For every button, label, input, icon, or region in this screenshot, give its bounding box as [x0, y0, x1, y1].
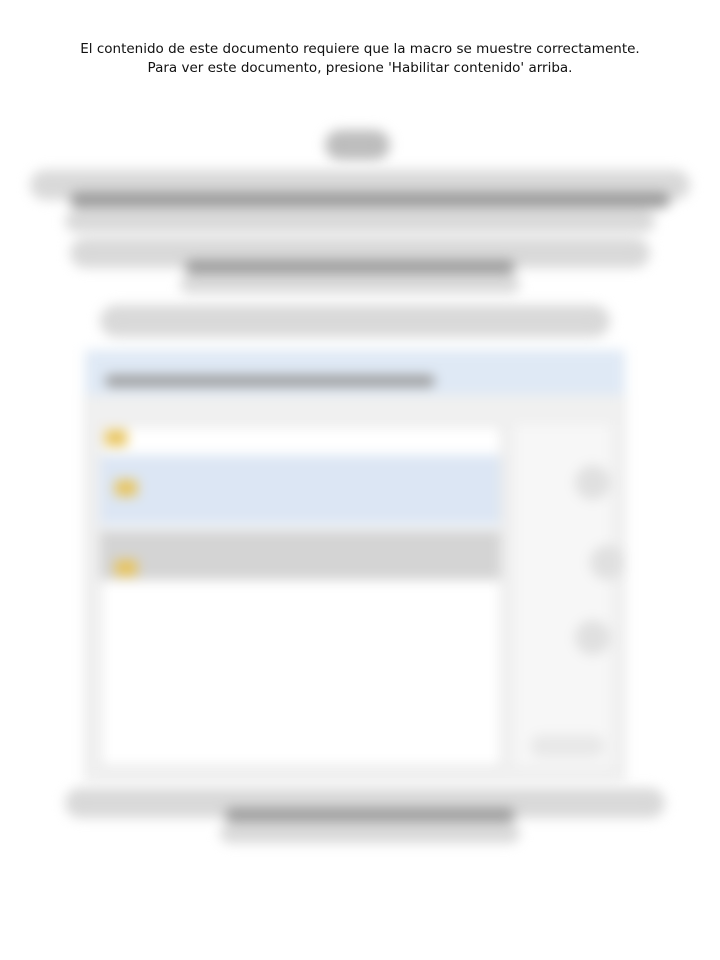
blurred-paragraph — [30, 170, 690, 300]
macro-notice: El contenido de este documento requiere … — [0, 40, 720, 78]
blurred-dialog-screenshot — [85, 350, 625, 780]
blurred-heading — [325, 130, 390, 160]
notice-line-1: El contenido de este documento requiere … — [80, 41, 640, 57]
blurred-footer-paragraph — [65, 788, 665, 853]
blurred-instruction — [100, 305, 610, 337]
notice-line-2: Para ver este documento, presione 'Habil… — [147, 60, 573, 76]
